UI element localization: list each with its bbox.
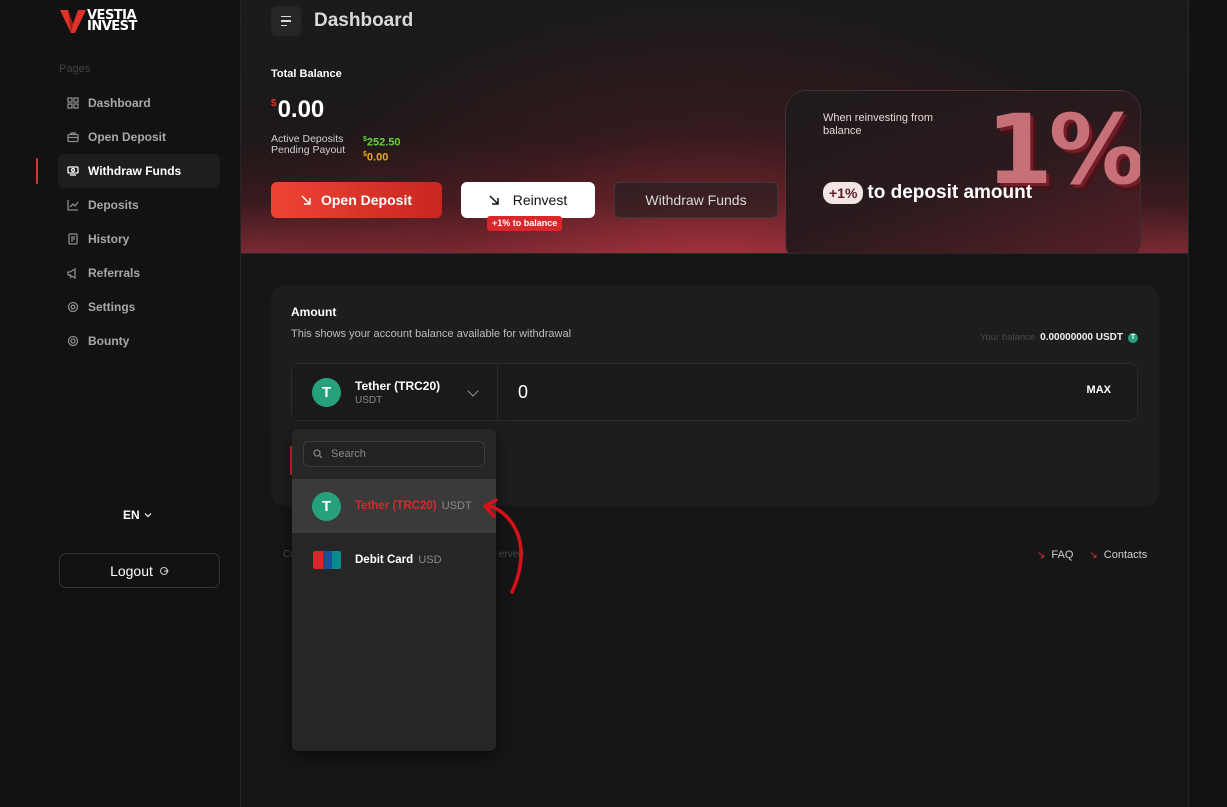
active-deposits-value: $252.50 [363,136,401,149]
chevron-down-icon [144,513,152,518]
open-deposit-button[interactable]: Open Deposit [271,182,442,218]
brand-v-icon [60,10,86,33]
amount-title: Amount [291,305,337,319]
sidebar-item-deposits[interactable]: Deposits [58,188,220,222]
sidebar-item-bounty[interactable]: Bounty [58,324,220,358]
logout-label: Logout [110,562,153,579]
arrow-down-right-icon [489,195,499,205]
stat-labels: Active Deposits Pending Payout [271,134,345,156]
your-balance-label: Your balance [980,332,1036,343]
your-balance: Your balance 0.00000000 USDT T [980,332,1138,343]
document-icon [68,233,78,245]
sidebar-item-label: Settings [88,300,136,314]
sidebar-item-referrals[interactable]: Referrals [58,256,220,290]
currency-dropdown: T Tether (TRC20) USDT Debit Card USD [292,429,496,751]
nav-section-label: Pages [59,63,91,75]
menu-toggle-button[interactable] [271,6,301,36]
sidebar-item-label: Bounty [88,334,130,348]
faq-link[interactable]: ↘ FAQ [1037,549,1073,561]
tether-icon: T [312,491,341,521]
balance-amount: 0.00 [277,96,325,123]
dropdown-option-debit-card[interactable]: Debit Card USD [292,533,496,587]
reinvest-promo-banner: 1% When reinvesting from balance +1% to d… [785,90,1141,253]
option-symbol: USDT [441,500,472,512]
gear-icon [67,301,79,313]
pending-payout-label: Pending Payout [271,144,346,156]
tether-icon: T [1128,332,1138,343]
sidebar-item-label: Open Deposit [88,130,167,144]
withdraw-funds-button[interactable]: Withdraw Funds [614,182,778,218]
briefcase-icon [67,132,79,143]
stat-values: $252.50 $0.00 [363,134,401,163]
promo-text: When reinvesting from balance [823,112,934,137]
cash-icon [67,166,79,176]
promo-pill: +1% [823,182,864,204]
open-deposit-label: Open Deposit [320,192,412,208]
amount-input-row: T Tether (TRC20) USDT MAX [291,363,1138,421]
footer-links: ↘ FAQ ↘ Contacts [1037,549,1147,561]
sidebar-item-label: Deposits [88,198,139,212]
pending-payout-value: $0.00 [363,150,389,164]
language-label: EN [123,508,140,522]
sidebar-item-open-deposit[interactable]: Open Deposit [58,120,220,154]
contacts-link[interactable]: ↘ Contacts [1089,549,1147,561]
option-name: Tether (TRC20) [355,500,437,512]
language-selector[interactable]: EN [123,508,152,522]
annotation-arrow-icon [483,498,523,594]
withdraw-funds-label: Withdraw Funds [645,192,747,208]
sidebar-item-settings[interactable]: Settings [58,290,220,324]
arrow-down-right-icon: ↘ [1089,549,1098,561]
sidebar-item-history[interactable]: History [58,222,220,256]
your-balance-value: 0.00000000 USDT [1040,332,1123,343]
amount-input[interactable] [518,379,918,405]
promo-headline-text: to deposit amount [867,182,1033,203]
logout-button[interactable]: Logout [59,553,220,588]
reinvest-bonus-badge: +1% to balance [487,216,563,231]
tether-icon: T [312,377,341,407]
max-button[interactable]: MAX [1087,384,1111,396]
total-balance-value: $0.00 [271,96,324,124]
brand-logo[interactable]: VESTIA INVEST [60,8,137,34]
total-balance-label: Total Balance [271,68,342,80]
amount-subtitle: This shows your account balance availabl… [291,328,572,340]
sidebar-item-label: History [88,232,130,246]
target-icon [67,335,79,347]
currency-symbol: $ [271,98,277,109]
selected-coin-symbol: USDT [355,394,383,406]
dashboard-hero: Dashboard Total Balance $0.00 Active Dep… [241,0,1188,254]
sidebar: VESTIA INVEST Pages Dashboard Open Depos… [0,0,241,807]
megaphone-icon [67,267,76,279]
option-name: Debit Card [355,554,414,566]
grid-icon [67,97,79,109]
sidebar-item-dashboard[interactable]: Dashboard [58,86,220,120]
search-icon [313,449,323,459]
promo-headline: +1% to deposit amount [823,181,1032,204]
currency-select[interactable]: T Tether (TRC20) USDT [292,364,498,420]
right-gutter [1188,0,1227,807]
unionpay-icon [313,551,341,569]
sidebar-item-label: Dashboard [88,96,151,110]
dropdown-search [303,441,485,467]
sidebar-item-label: Withdraw Funds [88,164,182,178]
logout-icon [159,566,169,575]
sidebar-item-withdraw-funds[interactable]: Withdraw Funds [36,154,220,188]
selected-coin-name: Tether (TRC20) [355,378,441,393]
chart-icon [67,200,79,211]
option-symbol: USD [418,554,442,566]
sidebar-item-label: Referrals [88,266,141,280]
sidebar-nav: Dashboard Open Deposit Withdraw Funds De… [36,86,220,358]
dropdown-option-tether[interactable]: T Tether (TRC20) USDT [292,479,496,533]
reinvest-label: Reinvest [512,192,568,208]
chevron-down-icon [467,385,479,397]
search-input[interactable] [331,448,481,460]
page-title: Dashboard [314,10,414,31]
reinvest-button[interactable]: Reinvest [461,182,595,218]
arrow-down-right-icon: ↘ [1037,549,1046,561]
brand-line-2: INVEST [87,19,137,34]
arrow-down-right-icon [301,195,311,205]
